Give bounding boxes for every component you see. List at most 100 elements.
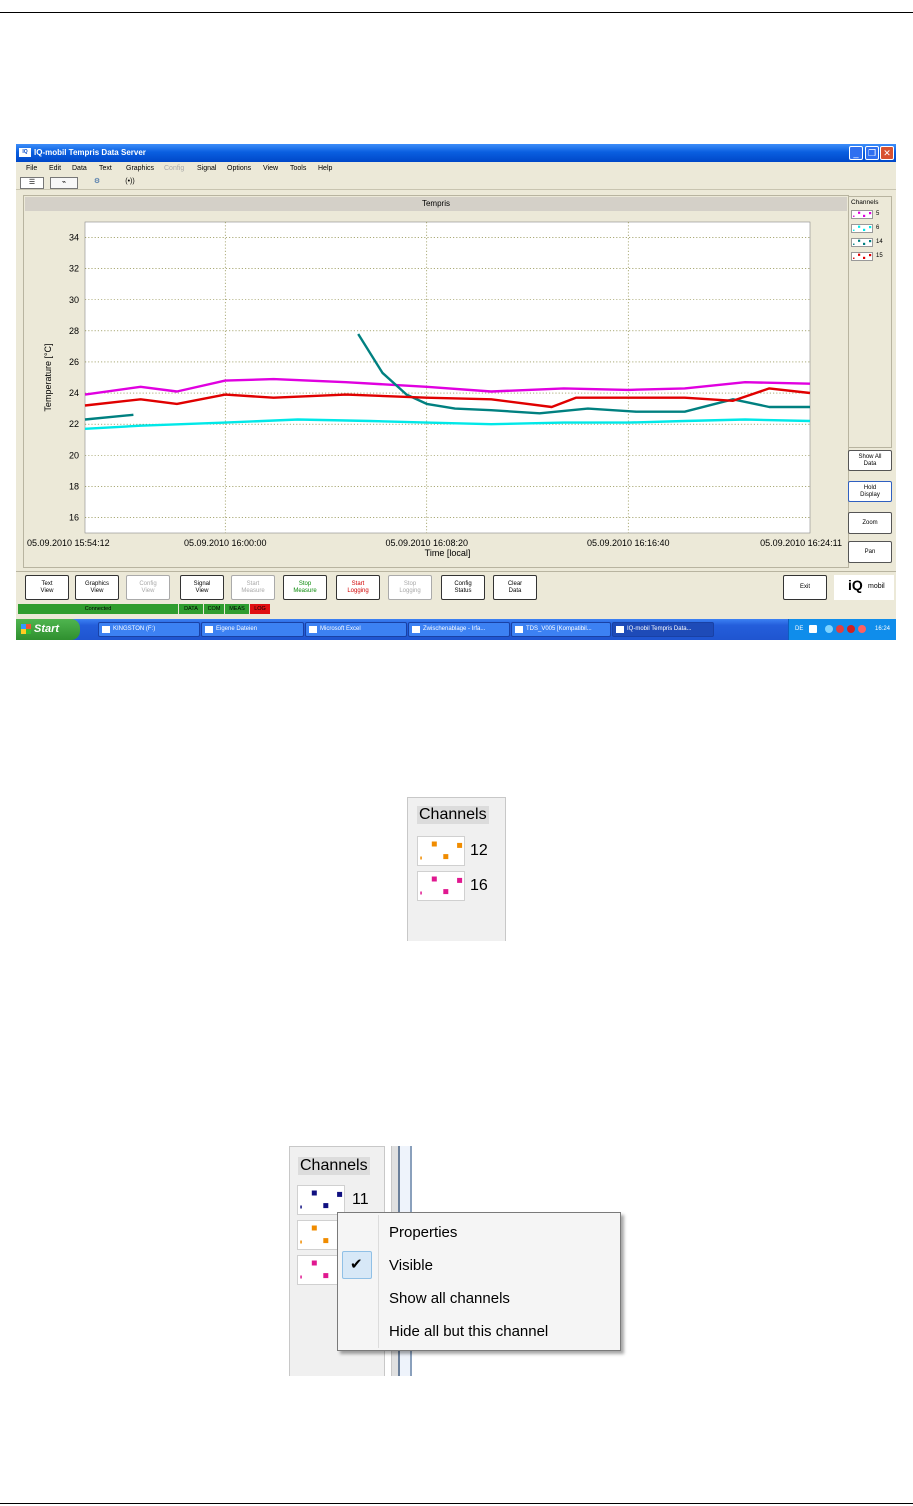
minimize-button[interactable]: _ (849, 146, 863, 160)
help-icon[interactable] (809, 625, 817, 633)
channel-number: 16 (470, 877, 488, 894)
config-view-button[interactable]: Config View (126, 575, 170, 600)
menu-gutter (378, 1215, 379, 1348)
menu-item-hide-all-but-this[interactable]: Hide all but this channel (389, 1323, 548, 1340)
y-tick-label: 26 (69, 357, 79, 367)
start-measure-button[interactable]: Start Measure (231, 575, 275, 600)
stop-logging-button[interactable]: Stop Logging (388, 575, 432, 600)
menu-options[interactable]: Options (227, 165, 251, 172)
menu-signal[interactable]: Signal (197, 165, 216, 172)
swatch-dot (420, 891, 422, 895)
task-word[interactable]: TDS_V005 [Kompatibil... (511, 622, 611, 637)
network-icon[interactable] (825, 625, 833, 633)
task-irfanview[interactable]: Zwischenablage - Irfa... (408, 622, 510, 637)
restore-button[interactable]: ❐ (865, 146, 879, 160)
y-tick-label: 18 (69, 481, 79, 491)
task-label: Microsoft Excel (320, 626, 361, 632)
close-button[interactable]: ✕ (880, 146, 894, 160)
config-status-button[interactable]: Config Status (441, 575, 485, 600)
log-indicator: LOG (250, 604, 270, 614)
menu-graphics[interactable]: Graphics (126, 165, 154, 172)
swatch-dot (869, 226, 872, 229)
graphics-view-button[interactable]: Graphics View (75, 575, 119, 600)
y-tick-label: 22 (69, 419, 79, 429)
folder-icon (205, 626, 213, 633)
text-view-tab[interactable]: ☰ (20, 177, 44, 189)
menu-item-properties[interactable]: Properties (389, 1224, 457, 1241)
swatch-dot (431, 876, 437, 882)
iq-mobil-logo: iQ mobil (834, 575, 894, 600)
channel-color-swatch[interactable] (417, 871, 465, 901)
start-logging-button[interactable]: Start Logging (336, 575, 380, 600)
view-toolbar: ☰ ⌁ ⚙ (•)) (16, 176, 896, 190)
swatch-dot (300, 1205, 302, 1209)
antivirus-icon[interactable] (847, 625, 855, 633)
swatch-dot (853, 257, 855, 259)
swatch-dot (323, 1238, 329, 1244)
y-tick-label: 24 (69, 388, 79, 398)
menu-help[interactable]: Help (318, 165, 332, 172)
channel-item-15[interactable]: 15 (851, 252, 891, 262)
channel-item-5[interactable]: 5 (851, 210, 891, 220)
language-indicator[interactable]: DE (795, 626, 803, 632)
text-view-button[interactable]: Text View (25, 575, 69, 600)
temperature-chart: 16 18 20 22 24 26 28 30 32 34 05.09.2010 15:54:12 0… (27, 221, 842, 558)
menu-item-visible[interactable]: Visible (389, 1257, 433, 1274)
channel-color-swatch[interactable] (417, 836, 465, 866)
data-indicator: DATA (179, 604, 203, 614)
swatch-dot (858, 239, 861, 242)
stop-measure-button[interactable]: Stop Measure (283, 575, 327, 600)
channel-color-swatch[interactable] (297, 1185, 345, 1215)
word-icon (515, 626, 523, 633)
swatch-dot (853, 229, 855, 231)
signal-view-tab[interactable]: (•)) (116, 177, 144, 189)
menu-edit[interactable]: Edit (49, 165, 61, 172)
logo-text: mobil (868, 583, 885, 590)
task-excel[interactable]: Microsoft Excel (305, 622, 407, 637)
swatch-dot (457, 877, 463, 883)
task-tempris[interactable]: IQ-mobil Tempris Data... (612, 622, 714, 637)
x-tick-label: 05.09.2010 15:54:12 (27, 538, 110, 548)
update-icon[interactable] (858, 625, 866, 633)
graphics-view-icon: ⌁ (61, 179, 67, 186)
swatch-dot (420, 856, 422, 860)
swatch-dot (443, 889, 449, 895)
clear-data-button[interactable]: Clear Data (493, 575, 537, 600)
channel-context-menu: ✔ Properties Visible Show all channels H… (337, 1212, 621, 1351)
swatch-dot (863, 214, 866, 217)
x-tick-label: 05.09.2010 16:16:40 (587, 538, 670, 548)
zoom-button[interactable]: Zoom (848, 512, 892, 534)
start-button[interactable]: Start (16, 619, 80, 640)
menu-text[interactable]: Text (99, 165, 112, 172)
menu-data[interactable]: Data (72, 165, 87, 172)
hold-display-button[interactable]: Hold Display (848, 481, 892, 502)
channel-item-14[interactable]: 14 (851, 238, 891, 248)
swatch-dot (863, 256, 866, 259)
task-kingston[interactable]: KINGSTON (F:) (98, 622, 200, 637)
check-icon: ✔ (350, 1256, 363, 1273)
iq-app-icon (616, 626, 624, 633)
menu-view[interactable]: View (263, 165, 278, 172)
menu-item-show-all-channels[interactable]: Show all channels (389, 1290, 510, 1307)
meas-indicator: MEAS (225, 604, 249, 614)
exit-button[interactable]: Exit (783, 575, 827, 600)
menu-config[interactable]: Config (164, 165, 184, 172)
security-icon[interactable] (836, 625, 844, 633)
excel-icon (309, 626, 317, 633)
menu-bar: File Edit Data Text Graphics Config Sign… (16, 162, 896, 176)
swatch-dot (337, 1191, 343, 1197)
channel-number: 12 (470, 842, 488, 859)
show-all-data-button[interactable]: Show All Data (848, 450, 892, 471)
config-view-tab[interactable]: ⚙ (82, 177, 112, 189)
bottom-button-bar: Text View Graphics View Config View Sign… (16, 571, 896, 603)
graphics-view-tab[interactable]: ⌁ (50, 177, 78, 189)
channel-item-6[interactable]: 6 (851, 224, 891, 234)
y-tick-label: 34 (69, 233, 79, 243)
text-view-icon: ☰ (28, 179, 36, 186)
menu-file[interactable]: File (26, 165, 37, 172)
signal-view-button[interactable]: Signal View (180, 575, 224, 600)
task-eigene-dateien[interactable]: Eigene Dateien (201, 622, 304, 637)
swatch-dot (863, 242, 866, 245)
pan-button[interactable]: Pan (848, 541, 892, 563)
menu-tools[interactable]: Tools (290, 165, 306, 172)
